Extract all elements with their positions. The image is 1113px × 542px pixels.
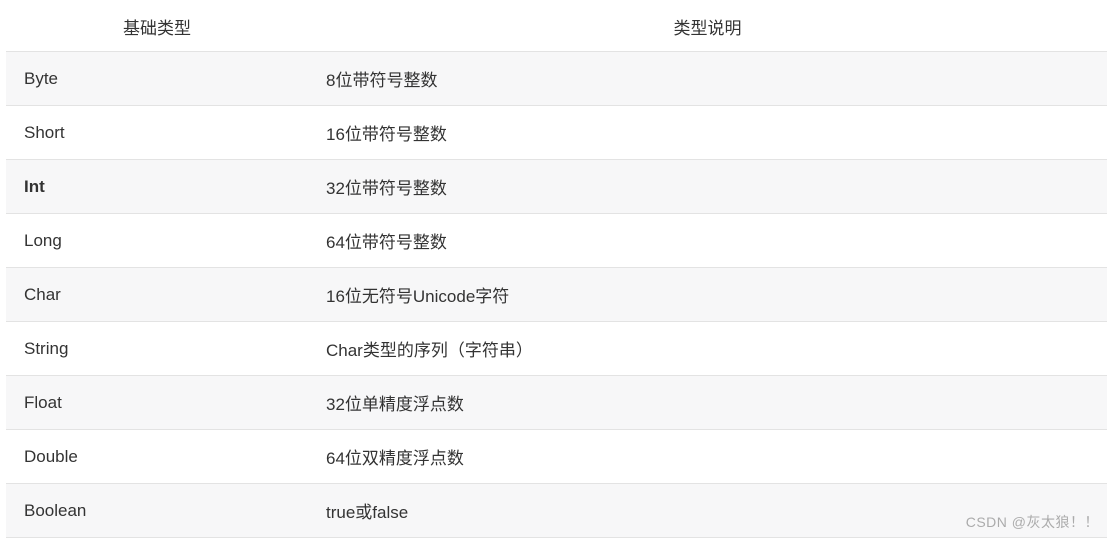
cell-type: Char bbox=[6, 268, 308, 322]
cell-type: Short bbox=[6, 106, 308, 160]
table-body: Byte 8位带符号整数 Short 16位带符号整数 Int 32位带符号整数… bbox=[6, 52, 1107, 538]
cell-description: 64位带符号整数 bbox=[308, 214, 1107, 268]
cell-description: 8位带符号整数 bbox=[308, 52, 1107, 106]
cell-description: 16位无符号Unicode字符 bbox=[308, 268, 1107, 322]
table-row: Long 64位带符号整数 bbox=[6, 214, 1107, 268]
cell-description: 64位双精度浮点数 bbox=[308, 430, 1107, 484]
cell-type: Float bbox=[6, 376, 308, 430]
table-header-row: 基础类型 类型说明 bbox=[6, 2, 1107, 52]
table-row: Byte 8位带符号整数 bbox=[6, 52, 1107, 106]
cell-type: String bbox=[6, 322, 308, 376]
cell-type: Byte bbox=[6, 52, 308, 106]
header-type: 基础类型 bbox=[6, 2, 308, 52]
watermark-text: CSDN @灰太狼！！ bbox=[966, 512, 1099, 532]
cell-type: Int bbox=[6, 160, 308, 214]
cell-type: Long bbox=[6, 214, 308, 268]
cell-description: 32位带符号整数 bbox=[308, 160, 1107, 214]
cell-type: Boolean bbox=[6, 484, 308, 538]
table-row: Char 16位无符号Unicode字符 bbox=[6, 268, 1107, 322]
table-row: Int 32位带符号整数 bbox=[6, 160, 1107, 214]
table-row: Double 64位双精度浮点数 bbox=[6, 430, 1107, 484]
table-row: Short 16位带符号整数 bbox=[6, 106, 1107, 160]
types-table: 基础类型 类型说明 Byte 8位带符号整数 Short 16位带符号整数 In… bbox=[6, 2, 1107, 538]
table-row: Float 32位单精度浮点数 bbox=[6, 376, 1107, 430]
cell-description: Char类型的序列（字符串） bbox=[308, 322, 1107, 376]
table-row: Boolean true或false bbox=[6, 484, 1107, 538]
cell-description: 16位带符号整数 bbox=[308, 106, 1107, 160]
cell-type: Double bbox=[6, 430, 308, 484]
cell-description: 32位单精度浮点数 bbox=[308, 376, 1107, 430]
table-row: String Char类型的序列（字符串） bbox=[6, 322, 1107, 376]
header-description: 类型说明 bbox=[308, 2, 1107, 52]
